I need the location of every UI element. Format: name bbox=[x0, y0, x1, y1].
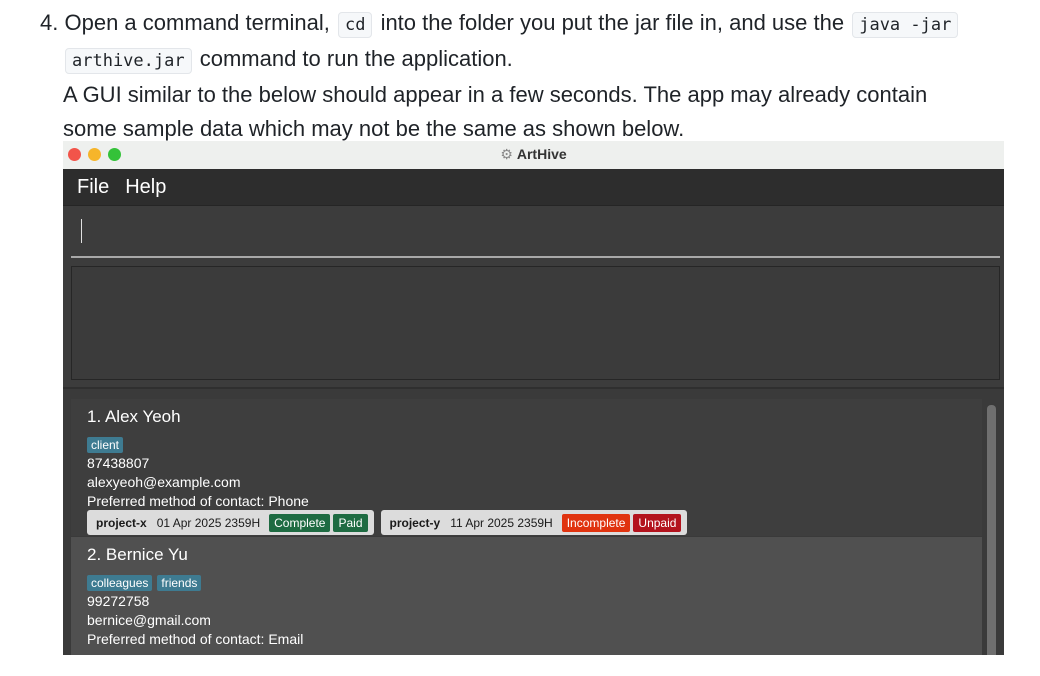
status-badge: Incomplete bbox=[561, 513, 631, 532]
window-title-text: ArtHive bbox=[516, 146, 567, 162]
status-badge: Complete bbox=[269, 513, 331, 532]
preferred-contact: Preferred method of contact: Email bbox=[87, 631, 304, 647]
title-bar: ⚙ ArtHive bbox=[63, 141, 1004, 169]
person-card[interactable]: 2. Bernice Yu colleagues friends 9927275… bbox=[71, 537, 982, 655]
project-list: project-x 01 Apr 2025 2359H Complete Pai… bbox=[87, 510, 688, 535]
result-display bbox=[71, 266, 1000, 380]
person-list[interactable]: 1. Alex Yeoh client 87438807 alexyeoh@ex… bbox=[63, 387, 1004, 655]
text-caret bbox=[81, 219, 82, 243]
list-scrollbar[interactable] bbox=[987, 405, 996, 655]
person-card[interactable]: 1. Alex Yeoh client 87438807 alexyeoh@ex… bbox=[71, 399, 982, 536]
menu-file[interactable]: File bbox=[77, 176, 109, 199]
payment-badge: Unpaid bbox=[633, 513, 682, 532]
project-deadline: 01 Apr 2025 2359H bbox=[156, 515, 261, 530]
person-name: 1. Alex Yeoh bbox=[87, 407, 181, 426]
project-chip: project-y 11 Apr 2025 2359H Incomplete U… bbox=[380, 510, 688, 535]
project-name: project-x bbox=[96, 515, 147, 530]
menu-help[interactable]: Help bbox=[125, 176, 166, 199]
command-input[interactable] bbox=[71, 206, 1000, 258]
instruction-line-2: arthive.jar command to run the applicati… bbox=[40, 42, 1015, 78]
tag-list: client bbox=[87, 437, 124, 453]
app-icon: ⚙ bbox=[500, 146, 513, 162]
step-text-2: into the folder you put the jar file in,… bbox=[380, 10, 845, 35]
code-cd: cd bbox=[337, 12, 373, 38]
person-phone: 87438807 bbox=[87, 455, 150, 471]
payment-badge: Paid bbox=[333, 513, 368, 532]
tag-list: colleagues friends bbox=[87, 575, 202, 591]
instruction-step: 4. Open a command terminal, cd into the … bbox=[40, 6, 1015, 146]
instruction-line-3: A GUI similar to the below should appear… bbox=[63, 82, 928, 107]
project-deadline: 11 Apr 2025 2359H bbox=[450, 515, 553, 530]
tag: colleagues bbox=[87, 575, 153, 591]
person-email: bernice@gmail.com bbox=[87, 612, 211, 628]
instruction-line-1: 4. Open a command terminal, cd into the … bbox=[40, 6, 1015, 42]
code-arthive-jar: arthive.jar bbox=[65, 48, 192, 74]
menu-bar: File Help bbox=[63, 169, 1004, 206]
preferred-contact: Preferred method of contact: Phone bbox=[87, 493, 309, 509]
code-java-jar: java -jar bbox=[852, 12, 959, 38]
window-title: ⚙ ArtHive bbox=[63, 146, 1004, 163]
tag: client bbox=[87, 437, 124, 453]
person-email: alexyeoh@example.com bbox=[87, 474, 241, 490]
person-phone: 99272758 bbox=[87, 593, 150, 609]
step-number: 4. bbox=[40, 10, 59, 35]
tag: friends bbox=[157, 575, 202, 591]
project-chip: project-x 01 Apr 2025 2359H Complete Pai… bbox=[87, 510, 374, 535]
step-text-3: command to run the application. bbox=[199, 46, 513, 71]
step-text-1: Open a command terminal, bbox=[64, 10, 330, 35]
project-name: project-y bbox=[389, 515, 441, 530]
person-name: 2. Bernice Yu bbox=[87, 545, 188, 564]
arthive-window: ⚙ ArtHive File Help 1. Alex Yeoh client 8… bbox=[63, 141, 1004, 655]
